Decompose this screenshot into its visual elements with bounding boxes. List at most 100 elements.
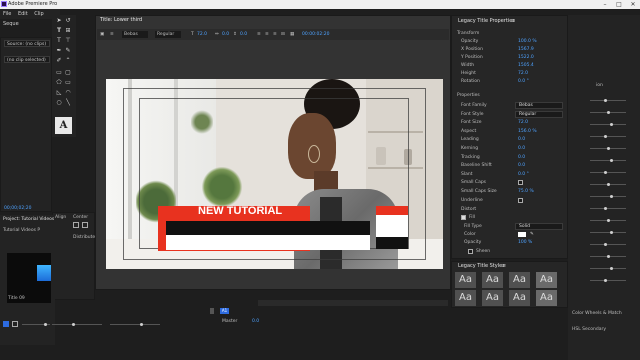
list-view-icon[interactable] <box>3 321 9 327</box>
track-lock-icon[interactable] <box>210 308 214 314</box>
program-scrub-bar[interactable] <box>110 324 160 325</box>
font-style-select[interactable]: Regular <box>155 31 181 38</box>
program-scrub-handle[interactable] <box>140 323 143 326</box>
menu-sequence[interactable]: Seque <box>3 21 19 27</box>
lumetri-slider[interactable] <box>590 280 626 281</box>
property-checkbox[interactable] <box>518 197 523 203</box>
transform-value[interactable]: 1522.0 <box>518 54 534 62</box>
title-style-swatch[interactable]: Aa <box>482 272 503 288</box>
lumetri-slider[interactable] <box>590 172 626 173</box>
lumetri-slider-handle[interactable] <box>604 135 607 138</box>
rectangle-tool-icon[interactable]: ▭ <box>55 69 63 77</box>
project-title[interactable]: Project: Tutorial Videos <box>3 217 54 222</box>
new-title-icon[interactable]: ▣ <box>100 31 104 38</box>
title-style-swatch[interactable]: Aa <box>509 290 530 306</box>
title-window-tab[interactable]: Title: Lower third <box>100 16 142 25</box>
wedge-tool-icon[interactable]: ◺ <box>55 89 63 97</box>
track-a1-button[interactable]: A1 <box>220 308 229 314</box>
property-value[interactable]: 72.0 <box>518 119 528 127</box>
panel-menu-icon[interactable]: ≡ <box>511 18 515 24</box>
path-type-tool-icon[interactable]: ⊤ <box>64 37 72 45</box>
align-left-icon[interactable]: ≡ <box>257 31 261 38</box>
lower-third-white-bar[interactable] <box>166 235 370 250</box>
lumetri-slider[interactable] <box>590 196 626 197</box>
lumetri-slider-handle[interactable] <box>610 195 613 198</box>
title-style-swatch[interactable]: Aa <box>482 290 503 306</box>
hsl-secondary-section[interactable]: HSL Secondary <box>572 327 606 332</box>
banner-title-text[interactable]: NEW TUTORIAL <box>198 204 282 218</box>
title-style-swatch[interactable]: Aa <box>536 272 557 288</box>
close-icon[interactable]: ✕ <box>626 0 640 9</box>
title-style-swatch[interactable]: Aa <box>455 272 476 288</box>
ellipse-tool-icon[interactable]: ○ <box>55 99 63 107</box>
transform-value[interactable]: 1567.9 <box>518 46 534 54</box>
property-value[interactable]: 75.0 % <box>518 188 534 196</box>
round-rect-tool-icon[interactable]: ▭ <box>64 79 72 87</box>
lumetri-slider[interactable] <box>590 160 626 161</box>
font-size-value[interactable]: 72.0 <box>197 31 207 38</box>
lumetri-slider[interactable] <box>590 136 626 137</box>
type-tool-icon[interactable]: T <box>55 27 63 35</box>
properties-section[interactable]: Properties <box>457 92 480 100</box>
lumetri-slider-handle[interactable] <box>604 243 607 246</box>
clipped-rect-tool-icon[interactable]: ⬠ <box>55 79 63 87</box>
maximize-icon[interactable]: □ <box>612 0 626 9</box>
lumetri-slider-handle[interactable] <box>610 231 613 234</box>
sheen-checkbox[interactable] <box>468 249 473 254</box>
menu-edit[interactable]: Edit <box>18 11 28 17</box>
lumetri-slider-handle[interactable] <box>607 111 610 114</box>
accent-white-block[interactable] <box>376 215 408 237</box>
arc-tool-icon[interactable]: ◠ <box>64 89 72 97</box>
lumetri-slider-handle[interactable] <box>604 99 607 102</box>
lumetri-slider[interactable] <box>590 124 626 125</box>
transform-value[interactable]: 100.0 % <box>518 38 537 46</box>
accent-red-block[interactable] <box>376 206 408 215</box>
property-select[interactable]: Regular <box>515 110 563 118</box>
accent-black-block[interactable] <box>376 237 408 249</box>
icon-view-icon[interactable] <box>12 321 18 327</box>
property-value[interactable]: 0.0 <box>518 136 525 144</box>
lumetri-slider-handle[interactable] <box>610 159 613 162</box>
property-checkbox[interactable] <box>518 180 523 186</box>
title-style-swatch[interactable]: Aa <box>509 272 530 288</box>
property-value[interactable]: 0.0 <box>518 145 525 153</box>
line-tool-icon[interactable]: ╲ <box>64 99 72 107</box>
lower-third-black-bar[interactable] <box>166 221 370 235</box>
color-wheels-section[interactable]: Color Wheels & Match <box>572 311 622 316</box>
effect-dropdown[interactable]: (no clip selected) <box>4 56 50 63</box>
title-timecode[interactable]: 00:00:02:20 <box>302 31 329 38</box>
rotate-tool-icon[interactable]: ↺ <box>64 17 72 25</box>
pen-tool-icon[interactable]: ✒ <box>55 47 63 55</box>
roll-crawl-icon[interactable]: ≡ <box>110 31 114 38</box>
center-horizontal-icon[interactable] <box>73 222 79 228</box>
show-background-icon[interactable]: ▦ <box>290 31 294 38</box>
vertical-type-tool-icon[interactable]: T <box>55 37 63 45</box>
video-preview[interactable]: NEW TUTORIAL <box>106 79 443 269</box>
leading-value[interactable]: 0.0 <box>240 31 247 38</box>
lumetri-slider-handle[interactable] <box>607 255 610 258</box>
center-vertical-icon[interactable] <box>82 222 88 228</box>
master-value[interactable]: 0.0 <box>252 319 259 324</box>
lumetri-slider-handle[interactable] <box>604 279 607 282</box>
property-value[interactable]: 0.0 <box>518 162 525 170</box>
title-style-swatch[interactable]: Aa <box>536 290 557 306</box>
align-right-icon[interactable]: ≡ <box>273 31 277 38</box>
fill-opacity-value[interactable]: 100 % <box>518 239 532 247</box>
minimize-icon[interactable]: – <box>598 0 612 9</box>
lumetri-slider[interactable] <box>590 232 626 233</box>
eyedropper-icon[interactable]: ✎ <box>530 231 534 239</box>
menu-file[interactable]: File <box>3 11 11 17</box>
fill-color-swatch[interactable] <box>518 232 526 237</box>
transform-value[interactable]: 72.0 <box>518 70 528 78</box>
lumetri-slider-handle[interactable] <box>604 171 607 174</box>
property-select[interactable]: Bebas <box>515 102 563 109</box>
source-scrub-bar[interactable] <box>52 324 102 325</box>
lumetri-slider[interactable] <box>590 268 626 269</box>
title-style-swatch[interactable]: Aa <box>455 290 476 306</box>
tab-stops-icon[interactable]: ⊟ <box>281 31 285 38</box>
lumetri-slider-handle[interactable] <box>607 183 610 186</box>
lumetri-slider[interactable] <box>590 100 626 101</box>
lumetri-slider-handle[interactable] <box>604 207 607 210</box>
selection-tool-icon[interactable]: ➤ <box>55 17 63 25</box>
align-center-icon[interactable]: ≡ <box>265 31 269 38</box>
